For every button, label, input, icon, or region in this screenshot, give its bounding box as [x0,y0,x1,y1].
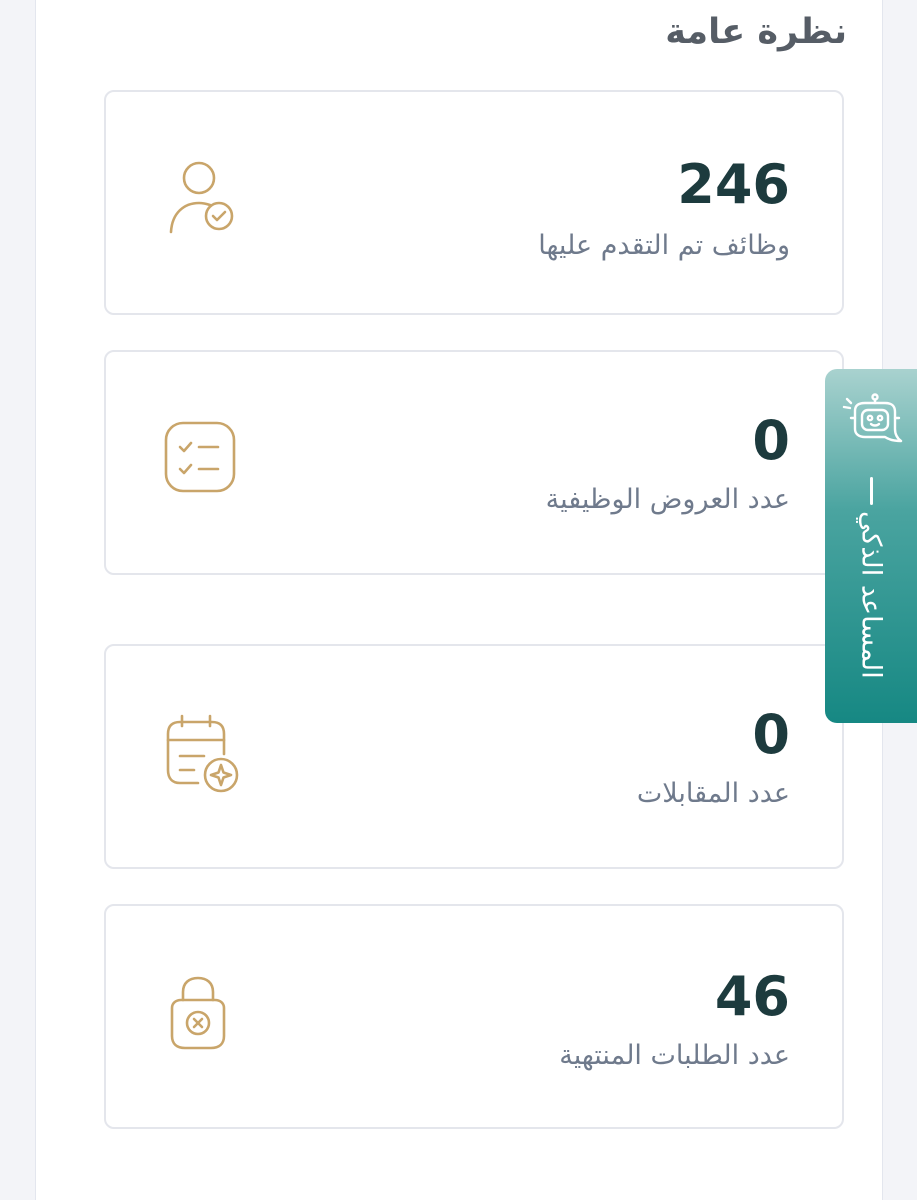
assistant-divider [870,477,873,505]
closed-lock-icon [170,976,226,1050]
stat-value: 0 [752,703,790,766]
user-check-icon [169,161,234,234]
calendar-star-icon [166,714,239,793]
stat-value: 246 [677,153,790,216]
stat-label: عدد العروض الوظيفية [545,484,790,515]
robot-chat-icon [842,393,903,443]
stat-card-job-offers[interactable]: 0 عدد العروض الوظيفية [104,350,844,575]
checklist-icon [164,421,236,493]
smart-assistant-tab[interactable]: المساعد الذكي [825,369,917,723]
stat-card-closed-requests[interactable]: 46 عدد الطلبات المنتهية [104,904,844,1129]
stat-value: 0 [752,409,790,472]
stat-label: وظائف تم التقدم عليها [538,230,790,261]
stat-card-interviews[interactable]: 0 عدد المقابلات [104,644,844,869]
stat-card-applied-jobs[interactable]: 246 وظائف تم التقدم عليها [104,90,844,315]
assistant-label: المساعد الذكي [855,511,887,679]
stat-label: عدد الطلبات المنتهية [559,1040,790,1071]
stat-value: 46 [714,965,790,1028]
section-title: نظرة عامة [665,12,847,52]
stat-label: عدد المقابلات [636,778,790,809]
